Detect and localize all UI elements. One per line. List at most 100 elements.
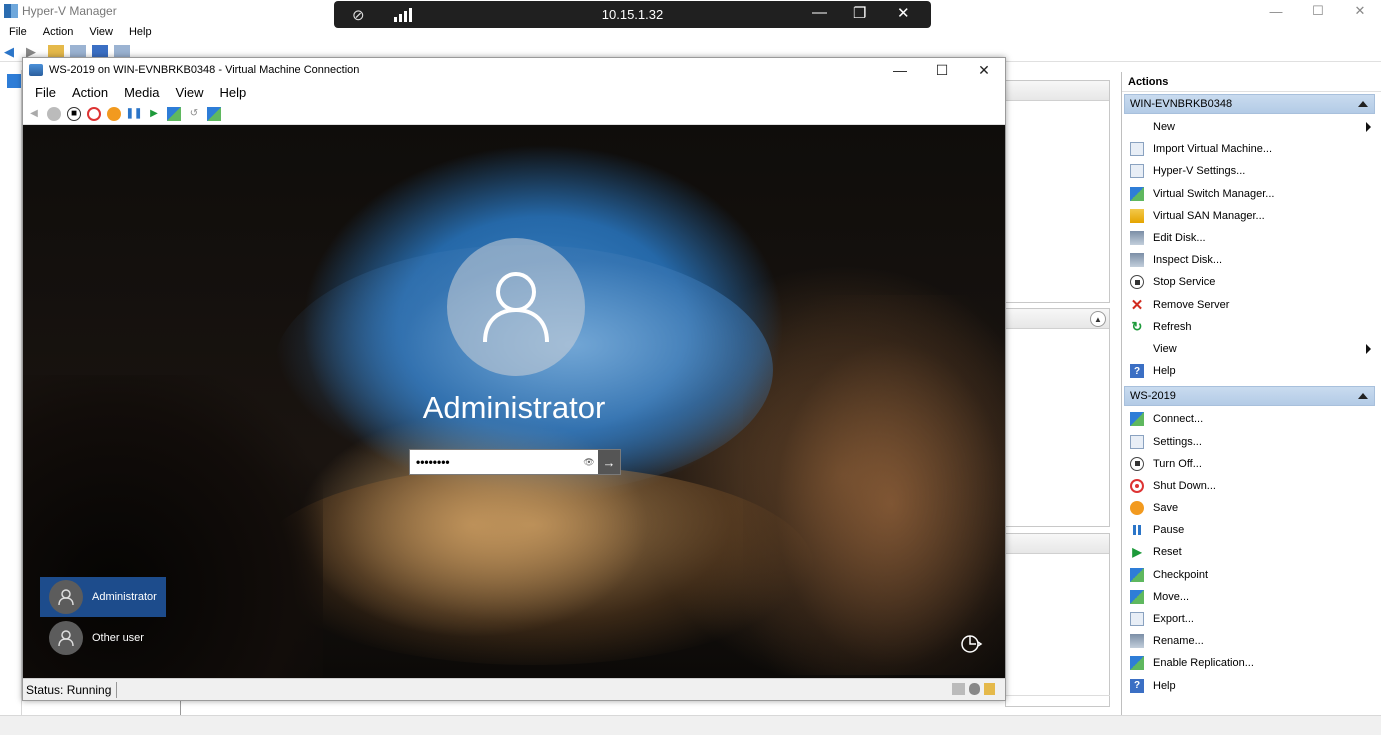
action-item[interactable]: Checkpoint <box>1122 564 1375 586</box>
action-item-label: Stop Service <box>1153 276 1216 289</box>
action-item-label: Help <box>1153 679 1176 692</box>
hyperv-maximize-button[interactable]: ☐ <box>1297 0 1339 22</box>
vm-menu-view[interactable]: View <box>168 85 212 100</box>
shut-down-toolbar-icon[interactable] <box>87 106 101 121</box>
checkpoint-icon <box>1130 567 1144 582</box>
vm-close-button[interactable]: ✕ <box>963 58 1005 82</box>
remote-connection-bar: ⊘ 10.15.1.32 — ❐ ✕ <box>334 1 931 28</box>
password-input[interactable]: •••••••• 👁 → <box>409 449 621 475</box>
action-item[interactable]: Settings... <box>1122 430 1375 452</box>
action-item[interactable]: Save <box>1122 497 1375 519</box>
collapse-triangle-icon[interactable] <box>1358 101 1368 107</box>
user-tile-label: Other user <box>92 632 144 644</box>
vm-minimize-button[interactable]: — <box>879 58 921 82</box>
reveal-password-icon[interactable]: 👁 <box>580 457 598 468</box>
action-item[interactable]: Connect... <box>1122 408 1375 430</box>
vm-statusbar: Status: Running <box>23 678 1005 700</box>
back-arrow-icon[interactable]: ◀ <box>4 44 20 59</box>
collapse-up-icon[interactable]: ▲ <box>1090 311 1106 327</box>
action-item[interactable]: Hyper-V Settings... <box>1122 160 1375 182</box>
action-item[interactable]: Turn Off... <box>1122 453 1375 475</box>
action-item[interactable]: Shut Down... <box>1122 475 1375 497</box>
action-item[interactable]: Import Virtual Machine... <box>1122 138 1375 160</box>
action-item[interactable]: ? Help <box>1122 675 1375 697</box>
reset-toolbar-icon[interactable]: ▶ <box>147 107 161 121</box>
action-item[interactable]: ? Help <box>1122 360 1375 382</box>
collapse-triangle-icon[interactable] <box>1358 393 1368 400</box>
vm-toolbar: ◀ ■ ❚❚ ▶ ↺ <box>23 103 1005 125</box>
action-item-label: Remove Server <box>1153 298 1230 311</box>
action-item[interactable]: Virtual Switch Manager... <box>1122 183 1375 205</box>
action-item-label: Import Virtual Machine... <box>1153 143 1273 156</box>
enhanced-session-icon[interactable] <box>207 106 221 121</box>
action-item-label: Turn Off... <box>1153 457 1202 470</box>
actions-group-header[interactable]: WS-2019 <box>1124 386 1375 407</box>
vm-maximize-button[interactable]: ☐ <box>921 58 963 82</box>
user-tile-avatar-icon <box>49 580 83 614</box>
action-item-label: Virtual Switch Manager... <box>1153 187 1275 200</box>
hyperv-menu-file[interactable]: File <box>0 26 35 38</box>
action-item[interactable]: Virtual SAN Manager... <box>1122 205 1375 227</box>
action-item[interactable]: Pause <box>1122 519 1375 541</box>
action-item[interactable]: Enable Replication... <box>1122 652 1375 674</box>
hyperv-close-button[interactable]: ✕ <box>1339 0 1381 22</box>
action-item[interactable]: Edit Disk... <box>1122 227 1375 249</box>
vm-screen[interactable]: Administrator •••••••• 👁 → Administrator… <box>23 125 1005 678</box>
vm-titlebar: WS-2019 on WIN-EVNBRKB0348 - Virtual Mac… <box>23 58 1005 82</box>
hyperv-menu-view[interactable]: View <box>81 26 121 38</box>
action-item[interactable]: View <box>1122 338 1375 360</box>
submenu-arrow-icon <box>1366 122 1371 132</box>
save-icon <box>1130 501 1144 516</box>
action-item[interactable]: Inspect Disk... <box>1122 249 1375 271</box>
revert-icon[interactable]: ↺ <box>187 107 201 121</box>
ctrl-alt-del-icon[interactable]: ◀ <box>27 107 41 121</box>
action-item[interactable]: ↻ Refresh <box>1122 316 1375 338</box>
submenu-arrow-icon <box>1366 343 1371 354</box>
switch-manager-icon <box>1130 186 1144 201</box>
action-item-label: Inspect Disk... <box>1153 254 1223 267</box>
action-item-label: View <box>1153 342 1177 355</box>
turn-off-toolbar-icon[interactable]: ■ <box>67 106 81 121</box>
vm-menu-media[interactable]: Media <box>116 85 167 100</box>
action-item[interactable]: Move... <box>1122 586 1375 608</box>
san-manager-icon <box>1130 208 1144 223</box>
password-value[interactable]: •••••••• <box>410 455 580 469</box>
hyperv-menu-help[interactable]: Help <box>121 26 160 38</box>
action-item[interactable]: Export... <box>1122 608 1375 630</box>
hyperv-menu-action[interactable]: Action <box>35 26 82 38</box>
user-tile-other-user[interactable]: Other user <box>40 618 166 658</box>
lockscreen-rock-right <box>743 295 1005 675</box>
remote-close-button[interactable]: ✕ <box>897 4 910 22</box>
actions-group-header[interactable]: WIN-EVNBRKB0348 <box>1124 94 1375 114</box>
action-item[interactable]: ✕ Remove Server <box>1122 294 1375 316</box>
start-icon[interactable] <box>47 106 61 121</box>
action-item-label: Rename... <box>1153 635 1204 648</box>
hyperv-tree-icon[interactable] <box>7 74 21 88</box>
vm-menu-action[interactable]: Action <box>64 85 116 100</box>
checkpoints-pane: ▲ <box>1005 308 1110 527</box>
remote-restore-button[interactable]: ❐ <box>853 4 866 22</box>
user-tile-administrator[interactable]: Administrator <box>40 577 166 617</box>
action-item-label: New <box>1153 121 1176 134</box>
action-item[interactable]: Stop Service <box>1122 271 1375 293</box>
vm-status-text: Status: Running <box>23 681 118 698</box>
blank-icon <box>1130 342 1144 356</box>
action-item[interactable]: Rename... <box>1122 630 1375 652</box>
action-item[interactable]: ▶ Reset <box>1122 541 1375 563</box>
action-item[interactable]: New <box>1122 116 1375 138</box>
vm-menubar: File Action Media View Help <box>23 82 1005 103</box>
vm-menu-help[interactable]: Help <box>211 85 254 100</box>
action-item-label: Reset <box>1153 546 1182 559</box>
action-item-label: Edit Disk... <box>1153 232 1206 245</box>
submit-arrow-button[interactable]: → <box>598 450 620 474</box>
ease-of-access-icon[interactable] <box>959 631 983 655</box>
help-icon: ? <box>1130 364 1144 379</box>
action-item-label: Shut Down... <box>1153 479 1216 492</box>
checkpoint-toolbar-icon[interactable] <box>167 106 181 121</box>
pause-toolbar-icon[interactable]: ❚❚ <box>126 107 143 121</box>
save-toolbar-icon[interactable] <box>107 106 121 121</box>
vm-menu-file[interactable]: File <box>23 85 64 100</box>
hyperv-minimize-button[interactable]: — <box>1255 0 1297 22</box>
export-icon <box>1130 612 1144 627</box>
remote-minimize-button[interactable]: — <box>812 4 827 21</box>
